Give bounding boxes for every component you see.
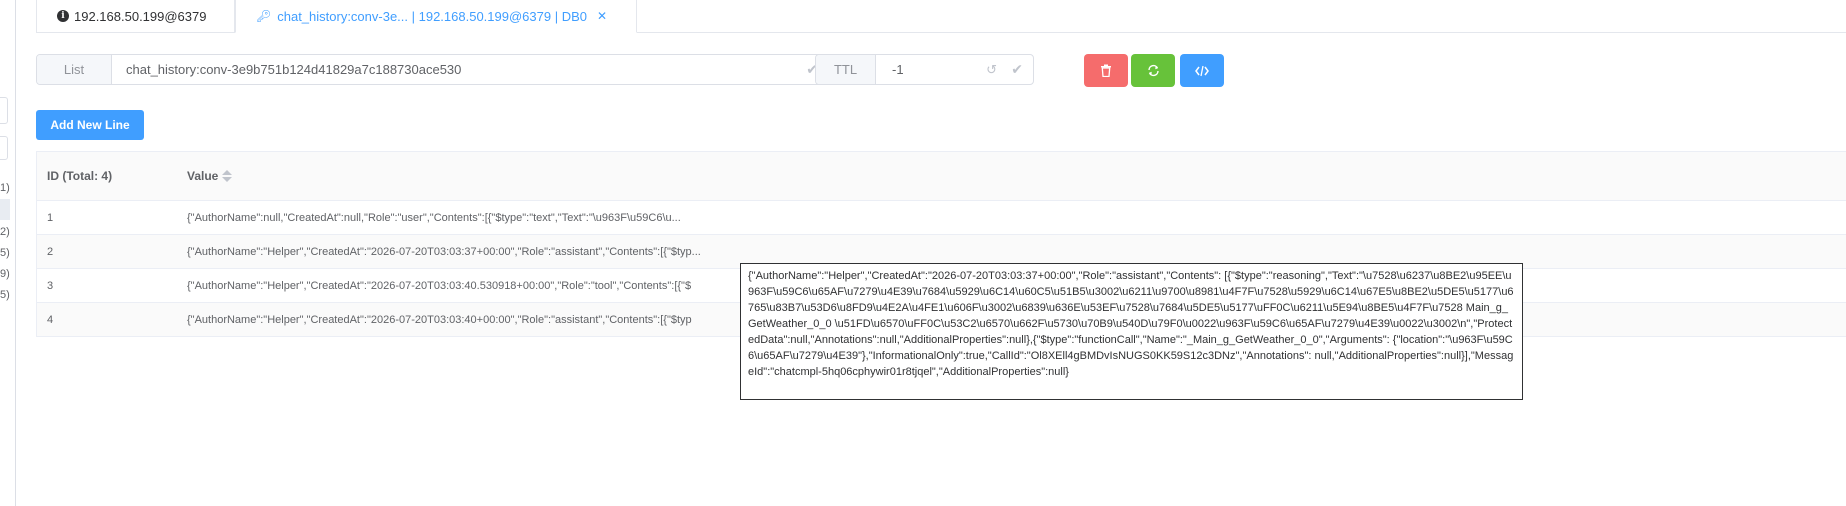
key-type-label: List — [37, 55, 112, 84]
trash-icon — [1101, 64, 1111, 77]
row-id: 1 — [47, 211, 54, 224]
row-id: 4 — [47, 313, 54, 326]
key-name-value: chat_history:conv-3e9b751b124d41829a7c18… — [126, 62, 462, 77]
table-row[interactable]: 1 {"AuthorName":null,"CreatedAt":null,"R… — [37, 201, 1846, 235]
value-column-header[interactable]: Value — [187, 169, 233, 183]
code-view-button[interactable] — [1180, 54, 1224, 87]
row-value[interactable]: {"AuthorName":null,"CreatedAt":null,"Rol… — [187, 212, 681, 224]
close-icon[interactable]: ✕ — [597, 9, 607, 23]
row-value[interactable]: {"AuthorName":"Helper","CreatedAt":"2026… — [187, 280, 691, 292]
value-header-label: Value — [187, 169, 219, 183]
key-icon: 🔑︎ — [256, 9, 272, 23]
ttl-group: TTL -1 ↺ ✔ — [815, 54, 1034, 85]
row-value[interactable]: {"AuthorName":"Helper","CreatedAt":"2026… — [187, 314, 692, 326]
sidebar-selected-item[interactable] — [0, 199, 10, 220]
refresh-icon — [1147, 64, 1159, 77]
key-name-input[interactable]: chat_history:conv-3e9b751b124d41829a7c18… — [112, 55, 828, 84]
sidebar-fragment: 5) — [0, 289, 10, 301]
id-column-header: ID (Total: 4) — [47, 169, 113, 183]
tab-label: 192.168.50.199@6379 — [74, 8, 207, 24]
delete-button[interactable] — [1084, 54, 1128, 87]
key-name-bar: List chat_history:conv-3e9b751b124d41829… — [36, 54, 829, 85]
row-value[interactable]: {"AuthorName":"Helper","CreatedAt":"2026… — [187, 246, 701, 258]
table-header: ID (Total: 4) Value — [37, 152, 1846, 201]
code-icon — [1195, 65, 1209, 76]
sidebar-fragment: 1) — [0, 182, 10, 194]
ttl-label: TTL — [816, 55, 876, 84]
tab-bar: i 192.168.50.199@6379 🔑︎ chat_history:co… — [36, 0, 1846, 33]
sidebar-search-box[interactable] — [0, 97, 8, 124]
row-id: 2 — [47, 245, 54, 258]
add-new-line-button[interactable]: Add New Line — [36, 110, 144, 140]
ttl-input[interactable]: -1 ↺ ✔ — [876, 55, 1033, 84]
value-tooltip: {"AuthorName":"Helper","CreatedAt":"2026… — [740, 263, 1523, 400]
history-icon[interactable]: ↺ — [986, 62, 997, 78]
row-id: 3 — [47, 279, 54, 292]
tab-connection[interactable]: i 192.168.50.199@6379 — [36, 0, 235, 33]
ttl-bar: TTL -1 ↺ ✔ — [815, 54, 1034, 85]
tab-key[interactable]: 🔑︎ chat_history:conv-3e... | 192.168.50.… — [235, 0, 637, 33]
sort-icon[interactable] — [222, 170, 233, 182]
key-name-group: List chat_history:conv-3e9b751b124d41829… — [36, 54, 829, 85]
refresh-button[interactable] — [1131, 54, 1175, 87]
info-icon: i — [57, 10, 69, 22]
tab-label: chat_history:conv-3e... | 192.168.50.199… — [277, 8, 587, 24]
check-icon[interactable]: ✔ — [1011, 61, 1023, 78]
sidebar-filter-box[interactable] — [0, 136, 8, 160]
ttl-value: -1 — [892, 62, 904, 77]
sidebar-fragment: 5) — [0, 247, 10, 259]
sidebar-fragment: 2) — [0, 226, 10, 238]
sidebar-fragment: 9) — [0, 268, 10, 280]
sidebar-strip: 1) 2) 5) 9) 5) — [0, 0, 16, 506]
